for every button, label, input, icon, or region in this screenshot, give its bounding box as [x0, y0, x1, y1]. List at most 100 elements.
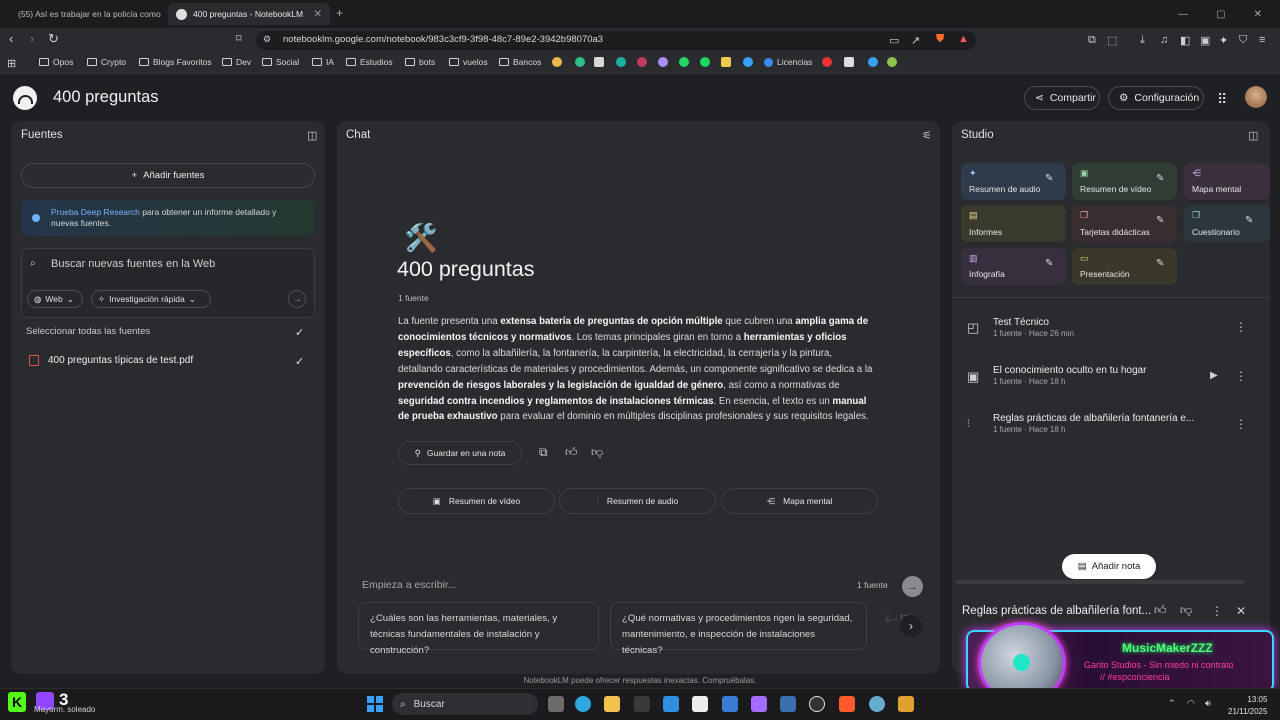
back-icon[interactable]: ‹ — [9, 31, 13, 46]
more-options-icon[interactable]: ⋮ — [1211, 604, 1223, 618]
leo-ai-icon[interactable]: ✦ — [1219, 34, 1228, 47]
more-options-icon[interactable]: ⋮ — [1235, 369, 1247, 383]
collapse-panel-icon[interactable]: ◫ — [307, 129, 317, 142]
file-explorer-icon[interactable] — [604, 696, 620, 712]
volume-icon[interactable]: 🔊︎ — [1205, 698, 1211, 709]
submit-search-button[interactable]: → — [288, 290, 306, 308]
bookmark-favicon-icon[interactable] — [658, 57, 668, 67]
taskbar-search[interactable]: ⌕ Buscar — [392, 693, 538, 715]
more-options-icon[interactable]: ⋮ — [1235, 417, 1247, 431]
brave-icon[interactable] — [839, 696, 855, 712]
close-icon[interactable]: ✕ — [1236, 604, 1246, 618]
save-to-note-button[interactable]: ⚲ Guardar en una nota — [398, 441, 522, 465]
bookmark-folder[interactable]: IA — [312, 57, 334, 67]
bookmark-folder[interactable]: vuelos — [449, 57, 488, 67]
bookmark-favicon-icon[interactable] — [844, 57, 854, 67]
pencil-icon[interactable]: ✎ — [1156, 258, 1164, 269]
minimize-icon[interactable]: — — [1178, 9, 1188, 20]
web-source-dropdown[interactable]: ◍ Web ⌄ — [27, 290, 83, 308]
notebooklm-logo[interactable] — [13, 86, 37, 110]
source-checkbox[interactable]: ✓ — [295, 355, 304, 368]
horizontal-scrollbar[interactable] — [955, 580, 1245, 584]
artifact-title[interactable]: El conocimiento oculto en tu hogar — [993, 365, 1146, 376]
download-icon[interactable]: ⤓ — [1140, 34, 1145, 47]
copy-icon[interactable]: ⧉ — [539, 445, 548, 460]
bookmark-favicon-icon[interactable] — [887, 57, 897, 67]
chrome-icon[interactable] — [869, 696, 885, 712]
whatsapp-icon[interactable] — [679, 57, 689, 67]
github-icon[interactable] — [809, 696, 825, 712]
forward-icon[interactable]: › — [30, 31, 34, 46]
select-all-label[interactable]: Seleccionar todas las fuentes — [26, 326, 150, 337]
artifact-title[interactable]: Reglas prácticas de albañilería fontaner… — [993, 413, 1194, 424]
tab-notebooklm[interactable]: 400 preguntas - NotebookLM ✕ — [168, 3, 330, 25]
share-page-icon[interactable]: ↗ — [911, 34, 920, 47]
bookmark-favicon-icon[interactable] — [616, 57, 626, 67]
pencil-icon[interactable]: ✎ — [1045, 173, 1053, 184]
thumbs-up-icon[interactable]: 👍︎ — [1154, 603, 1167, 618]
research-mode-dropdown[interactable]: ✧ Investigación rápida ⌄ — [91, 290, 211, 308]
collapse-panel-icon[interactable]: ◫ — [1248, 129, 1258, 142]
windows-start-icon[interactable] — [367, 696, 383, 712]
new-tab-button[interactable]: + — [336, 6, 343, 20]
brave-shield-icon[interactable]: ⛊ — [936, 33, 944, 46]
bookmark-folder[interactable]: Estudios — [346, 57, 393, 67]
settings-button[interactable]: ⚙ Configuración — [1108, 86, 1204, 110]
spotify-icon[interactable] — [700, 57, 710, 67]
chat-input[interactable]: Empieza a escribir... — [362, 579, 457, 591]
mind-map-button[interactable]: ⋲ Mapa mental — [721, 488, 878, 514]
send-button[interactable]: → — [902, 576, 923, 597]
weather-text[interactable]: Mayorm. soleado — [34, 705, 95, 714]
search-input[interactable]: Buscar nuevas fuentes en la Web — [51, 258, 215, 270]
reload-icon[interactable]: ↻ — [48, 31, 59, 47]
add-sources-button[interactable]: + Añadir fuentes — [21, 163, 315, 188]
bookmark-favicon-icon[interactable] — [822, 57, 832, 67]
video-overview-button[interactable]: ▣ Resumen de vídeo — [398, 488, 555, 514]
bookmark-icon[interactable]: ⌑ — [236, 32, 242, 45]
tray-chevron-icon[interactable]: ⌃ — [1168, 698, 1176, 709]
apps-grid-icon[interactable]: ⊞ — [7, 57, 16, 70]
bookmark-favicon-icon[interactable] — [552, 57, 562, 67]
close-window-icon[interactable]: ✕ — [1254, 9, 1262, 20]
url-text[interactable]: notebooklm.google.com/notebook/983c3cf9-… — [283, 34, 603, 45]
avatar[interactable] — [1245, 86, 1267, 108]
task-view-icon[interactable] — [548, 696, 564, 712]
vpn-icon[interactable]: ⛉ — [1239, 34, 1247, 47]
play-icon[interactable]: ▶ — [1210, 370, 1218, 381]
notebook-title[interactable]: 400 preguntas — [53, 88, 159, 107]
bookmark-favicon-icon[interactable] — [743, 57, 753, 67]
terminal-icon[interactable] — [780, 696, 796, 712]
vscode-icon[interactable] — [663, 696, 679, 712]
wifi-icon[interactable]: ◠ — [1187, 698, 1195, 709]
add-note-button[interactable]: ▤ Añadir nota — [1062, 554, 1156, 579]
google-apps-icon[interactable]: ⠿ — [1217, 91, 1227, 108]
bookmark-folder[interactable]: Bancos — [499, 57, 541, 67]
thumbs-down-icon[interactable]: 👎︎ — [1180, 603, 1192, 618]
bookmark-folder[interactable]: Opos — [39, 57, 73, 67]
bookmark-favicon-icon[interactable] — [721, 57, 731, 67]
bookmark-folder[interactable]: Blogs Favoritos — [139, 57, 212, 67]
bookmark-favicon-icon[interactable] — [637, 57, 647, 67]
screenshot-icon[interactable]: ⬚ — [1107, 34, 1117, 47]
music-icon[interactable]: ♫ — [1160, 34, 1168, 46]
wallet-icon[interactable]: ▣ — [1200, 34, 1210, 47]
bookmark-folder[interactable]: Social — [262, 57, 299, 67]
bookmark-folder[interactable]: Dev — [222, 57, 251, 67]
bookmark-folder[interactable]: bots — [405, 57, 435, 67]
bookmark-folder[interactable]: Crypto — [87, 57, 126, 67]
suggested-question[interactable]: ¿Cuáles son las herramientas, materiales… — [358, 602, 599, 656]
site-info-icon[interactable]: ⚙ — [263, 34, 271, 45]
audio-overview-button[interactable]: ⫶ Resumen de audio — [559, 488, 716, 514]
select-all-checkbox[interactable]: ✓ — [295, 326, 304, 339]
menu-icon[interactable]: ≡ — [1259, 34, 1265, 46]
bookmark-licencias[interactable]: Licencias — [764, 57, 812, 67]
kick-icon[interactable]: K — [8, 692, 26, 712]
artifact-title[interactable]: Test Técnico — [993, 317, 1049, 328]
bookmark-favicon-icon[interactable] — [575, 57, 585, 67]
bookmark-favicon-icon[interactable] — [868, 57, 878, 67]
app-icon[interactable] — [898, 696, 914, 712]
source-item-name[interactable]: 400 preguntas típicas de test.pdf — [48, 355, 193, 366]
chat-settings-icon[interactable]: ⚟ — [922, 129, 932, 142]
store-icon[interactable] — [634, 696, 650, 712]
sidebar-icon[interactable]: ◧ — [1180, 34, 1190, 47]
